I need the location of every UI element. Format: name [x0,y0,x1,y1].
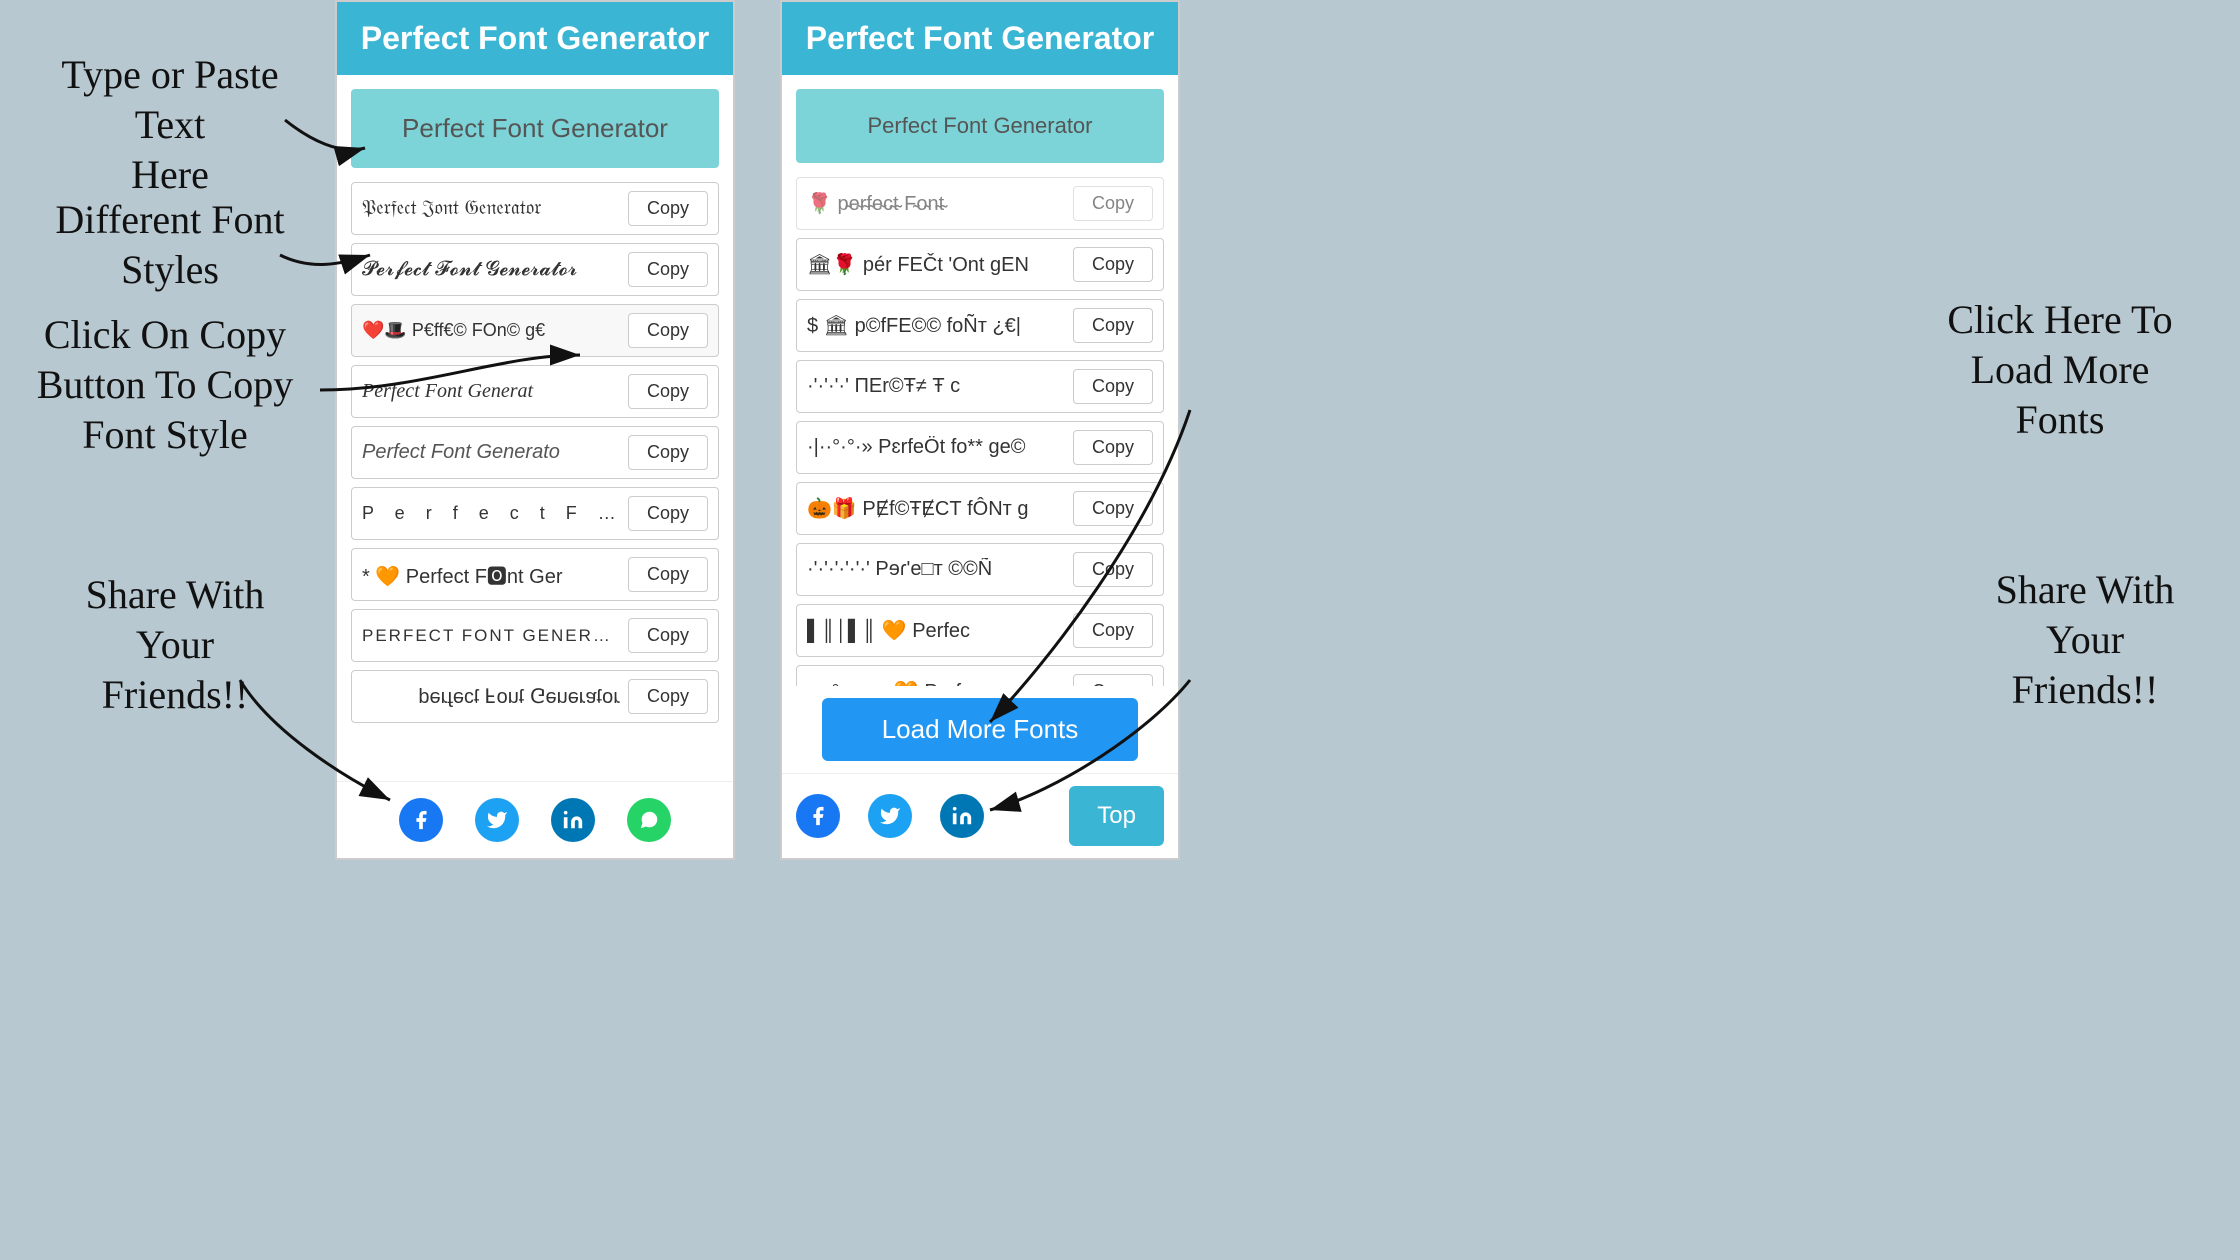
font-style-text: $ 🏛 p©fFE©© foÑт ¿€| [807,313,1065,338]
table-row: Perfect Font Generat Copy [351,365,719,418]
copy-button[interactable]: Copy [1073,552,1153,587]
copy-button[interactable]: Copy [628,679,708,714]
twitter-share-button[interactable] [475,798,519,842]
font-style-text: ❤️🎩 P€ff€© FOn© g€ [362,320,620,341]
font-style-text: ·'·'·'·' ΠΕr©Ŧ≠ Ŧ c [807,375,1065,398]
copy-button[interactable]: Copy [1073,369,1153,404]
table-row: ɹoʇɐɹǝuǝ⅁ ʇuoℲ ʇɔǝɟɹǝd Copy [351,670,719,723]
annotation-share: Share WithYourFriends!! [40,570,310,720]
table-row: ·|··°·°·» PɛrfeÖt fo** ge© Copy [796,421,1164,474]
table-row: ¤„·°·„.·>> 🧡 Perfec Copy [796,665,1164,686]
font-style-text: ·'·'·'·'·'·' Pɘɾ'e□т ©©Ñ [807,558,1065,581]
font-style-text: ¤„·°·„.·>> 🧡 Perfec [807,679,1065,686]
font-style-text: ▌║│▌║ 🧡 Perfec [807,618,1065,643]
table-row: Perfect Font Generato Copy [351,426,719,479]
share-bar-left [337,781,733,858]
top-button[interactable]: Top [1069,786,1164,846]
font-list-right: 🌹 p̴e̴r̴f̴e̴c̴t̴ F̴o̴n̴t̴ Copy 🏛🌹 pér FE… [782,177,1178,686]
font-style-text: ·|··°·°·» PɛrfeÖt fo** ge© [807,436,1065,459]
copy-button[interactable]: Copy [628,557,708,592]
whatsapp-share-button[interactable] [627,798,671,842]
table-row: $ 🏛 p©fFE©© foÑт ¿€| Copy [796,299,1164,352]
left-panel: Perfect Font Generator 𝔓𝔢𝔯𝔣𝔢𝔠𝔱 𝔍𝔬𝔫𝔱 𝔊𝔢𝔫𝔢… [335,0,735,860]
copy-button[interactable]: Copy [628,313,708,348]
linkedin-share-button[interactable] [551,798,595,842]
font-style-text: 𝔓𝔢𝔯𝔣𝔢𝔠𝔱 𝔍𝔬𝔫𝔱 𝔊𝔢𝔫𝔢𝔯𝔞𝔱𝔬𝔯 [362,197,620,220]
copy-button[interactable]: Copy [628,191,708,226]
left-panel-header: Perfect Font Generator [337,2,733,75]
table-row: 🎃🎁 PɆf©ŦɆCТ fÔNт g Copy [796,482,1164,535]
copy-button[interactable]: Copy [1073,430,1153,465]
annotation-type-paste: Type or Paste TextHere [30,50,310,200]
copy-button[interactable]: Copy [628,252,708,287]
copy-button[interactable]: Copy [628,374,708,409]
text-input-right[interactable] [796,89,1164,163]
table-row: 🏛🌹 pér FEČt 'Ont gEN Copy [796,238,1164,291]
text-input[interactable] [351,89,719,168]
font-style-text: Perfect Font Generato [362,441,620,464]
copy-button[interactable]: Copy [1073,491,1153,526]
table-row: PERFECT FONT GENERATOR Copy [351,609,719,662]
copy-button[interactable]: Copy [628,435,708,470]
annotation-click-copy: Click On CopyButton To CopyFont Style [10,310,320,460]
font-style-text: Perfect Font Generat [362,380,620,403]
font-style-text: ɹoʇɐɹǝuǝ⅁ ʇuoℲ ʇɔǝɟɹǝd [362,684,620,709]
facebook-share-button[interactable] [399,798,443,842]
facebook-share-button-right[interactable] [796,794,840,838]
annotation-diff-fonts: Different FontStyles [30,195,310,295]
font-list-left: 𝔓𝔢𝔯𝔣𝔢𝔠𝔱 𝔍𝔬𝔫𝔱 𝔊𝔢𝔫𝔢𝔯𝔞𝔱𝔬𝔯 Copy 𝓟𝓮𝓻𝓯𝓮𝓬𝓽 𝓕𝓸𝓷𝓽… [337,182,733,781]
right-panel: Perfect Font Generator 🌹 p̴e̴r̴f̴e̴c̴t̴ … [780,0,1180,860]
copy-button[interactable]: Copy [1073,613,1153,648]
table-row: ❤️🎩 P€ff€© FOn© g€ Copy [351,304,719,357]
copy-button[interactable]: Copy [1073,308,1153,343]
font-style-text: P e r f e c t F o n t [362,503,620,524]
font-style-text: 🌹 p̴e̴r̴f̴e̴c̴t̴ F̴o̴n̴t̴ [807,191,1065,216]
table-row: ·'·'·'·' ΠΕr©Ŧ≠ Ŧ c Copy [796,360,1164,413]
table-row: P e r f e c t F o n t Copy [351,487,719,540]
annotation-share-right: Share WithYourFriends!! [1950,565,2220,715]
font-style-text: * 🧡 Perfect F🅾nt Ger [362,560,620,589]
table-row: ·'·'·'·'·'·' Pɘɾ'e□т ©©Ñ Copy [796,543,1164,596]
table-row: ▌║│▌║ 🧡 Perfec Copy [796,604,1164,657]
table-row: 𝔓𝔢𝔯𝔣𝔢𝔠𝔱 𝔍𝔬𝔫𝔱 𝔊𝔢𝔫𝔢𝔯𝔞𝔱𝔬𝔯 Copy [351,182,719,235]
copy-button[interactable]: Copy [1073,186,1153,221]
copy-button[interactable]: Copy [1073,674,1153,686]
table-row: 🌹 p̴e̴r̴f̴e̴c̴t̴ F̴o̴n̴t̴ Copy [796,177,1164,230]
font-style-text: 𝓟𝓮𝓻𝓯𝓮𝓬𝓽 𝓕𝓸𝓷𝓽 𝓖𝓮𝓷𝓮𝓻𝓪𝓽𝓸𝓻 [362,258,620,281]
copy-button[interactable]: Copy [628,618,708,653]
copy-button[interactable]: Copy [628,496,708,531]
twitter-share-button-right[interactable] [868,794,912,838]
right-panel-header: Perfect Font Generator [782,2,1178,75]
table-row: 𝓟𝓮𝓻𝓯𝓮𝓬𝓽 𝓕𝓸𝓷𝓽 𝓖𝓮𝓷𝓮𝓻𝓪𝓽𝓸𝓻 Copy [351,243,719,296]
share-bar-right: Top [782,773,1178,858]
linkedin-share-button-right[interactable] [940,794,984,838]
copy-button[interactable]: Copy [1073,247,1153,282]
font-style-text: 🎃🎁 PɆf©ŦɆCТ fÔNт g [807,496,1065,521]
font-style-text: 🏛🌹 pér FEČt 'Ont gEN [807,252,1065,277]
table-row: * 🧡 Perfect F🅾nt Ger Copy [351,548,719,601]
font-style-text: PERFECT FONT GENERATOR [362,626,620,646]
annotation-load-more: Click Here ToLoad MoreFonts [1910,295,2210,445]
load-more-button[interactable]: Load More Fonts [822,698,1139,761]
